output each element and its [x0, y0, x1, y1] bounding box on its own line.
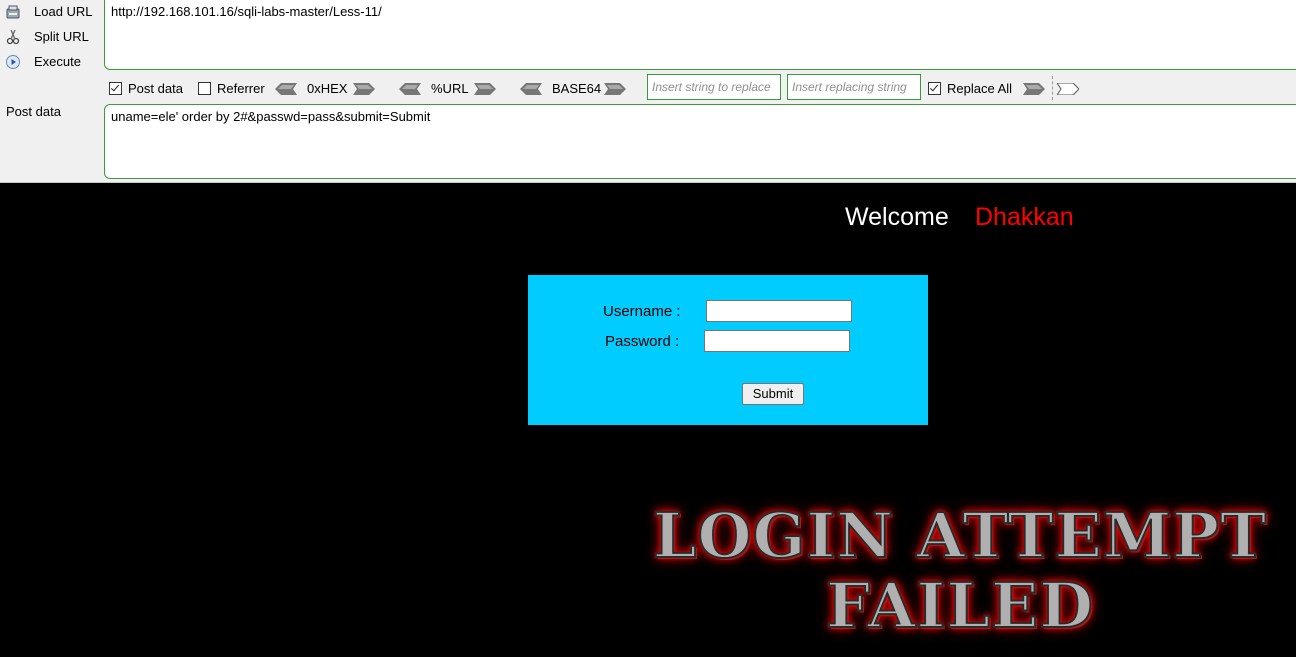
url-encode-arrow-icon[interactable] [474, 83, 496, 95]
load-url-button[interactable]: Load URL [0, 0, 100, 24]
execute-button[interactable]: Execute [0, 50, 100, 74]
url-encode-label: %URL [431, 81, 469, 96]
base64-encode-arrow-icon[interactable] [604, 83, 626, 95]
hex-label: 0xHEX [307, 81, 348, 96]
password-label: Password : [605, 333, 680, 350]
post-data-option-label: Post data [128, 81, 183, 96]
post-data-label: Post data [6, 104, 61, 119]
replace-all-checkbox[interactable] [928, 82, 941, 95]
hex-encode-arrow-icon[interactable] [353, 83, 375, 95]
base64-label: BASE64 [552, 81, 602, 96]
scissors-icon [5, 29, 21, 45]
username-label: Username : [603, 303, 681, 320]
banner-line-2: FAILED [825, 569, 1095, 642]
load-url-icon [5, 4, 21, 20]
referrer-option-label: Referrer [217, 81, 265, 96]
welcome-text: Welcome [845, 203, 949, 231]
insert-replacing-input[interactable]: Insert replacing string [787, 74, 921, 100]
url-textarea[interactable]: http://192.168.101.16/sqli-labs-master/L… [104, 0, 1296, 70]
url-text: http://192.168.101.16/sqli-labs-master/L… [111, 4, 382, 19]
split-url-label: Split URL [34, 29, 89, 44]
replace-reverse-arrow-icon[interactable] [1057, 83, 1079, 95]
execute-label: Execute [34, 54, 81, 69]
url-decode-arrow-icon[interactable] [399, 83, 421, 95]
post-data-text: uname=ele' order by 2#&passwd=pass&submi… [111, 109, 431, 124]
replace-arrow-icon[interactable] [1023, 83, 1045, 95]
replace-all-label: Replace All [947, 81, 1013, 96]
post-data-textarea[interactable]: uname=ele' order by 2#&passwd=pass&submi… [104, 104, 1296, 179]
password-input[interactable] [704, 330, 850, 352]
split-url-button[interactable]: Split URL [0, 25, 100, 49]
base64-decode-arrow-icon[interactable] [520, 83, 542, 95]
post-data-checkbox[interactable] [109, 82, 122, 95]
login-form: Username : Password : Submit [528, 275, 928, 425]
username-input[interactable] [706, 300, 852, 322]
login-failed-banner: LOGIN ATTEMPT FAILED [640, 499, 1280, 645]
load-url-label: Load URL [34, 4, 93, 19]
play-icon [5, 54, 21, 70]
toolbar-divider [1052, 76, 1053, 100]
hackbar-panel: Load URL Split URL Execute http://192.16… [0, 0, 1296, 183]
hex-decode-arrow-icon[interactable] [275, 83, 297, 95]
welcome-name: Dhakkan [975, 203, 1074, 231]
insert-string-input[interactable]: Insert string to replace [647, 74, 781, 100]
referrer-checkbox[interactable] [198, 82, 211, 95]
banner-line-1: LOGIN ATTEMPT [652, 499, 1268, 572]
submit-button[interactable]: Submit [742, 383, 804, 405]
